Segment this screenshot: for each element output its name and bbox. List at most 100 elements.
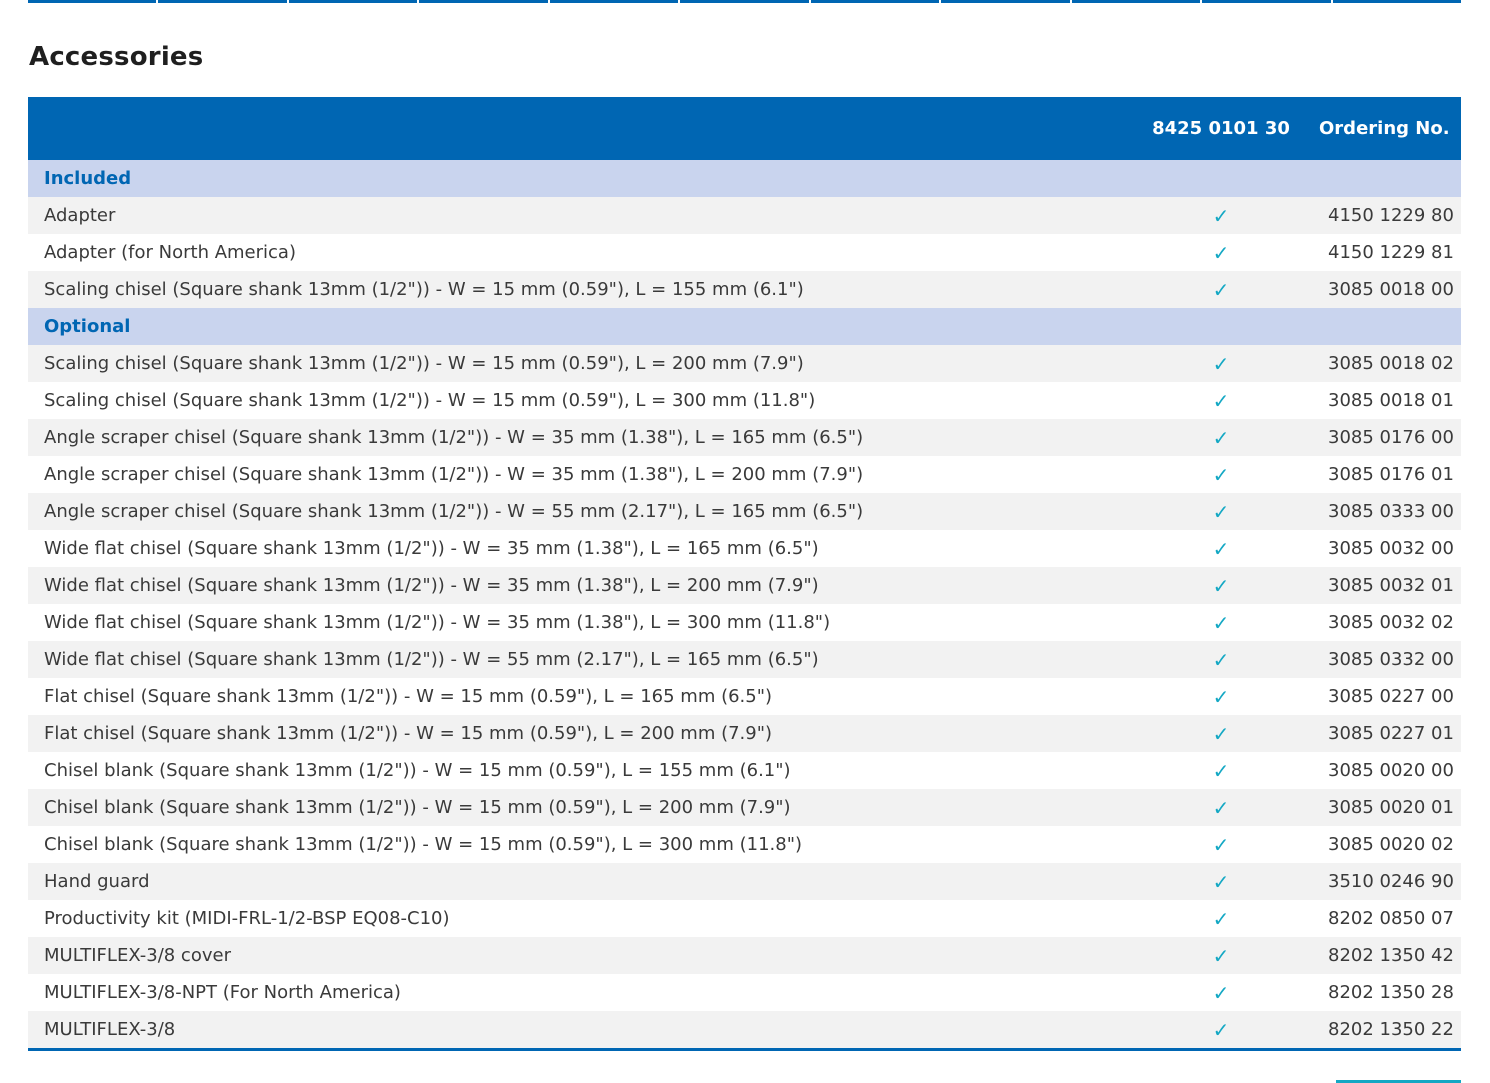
table-row: Wide flat chisel (Square shank 13mm (1/2…: [28, 641, 1461, 678]
checkmark-icon: ✓: [1123, 604, 1319, 641]
header-ordering-no: Ordering No.: [1319, 97, 1461, 160]
section-title: Accessories: [29, 42, 204, 72]
checkmark-icon: ✓: [1123, 345, 1319, 382]
item-description: Hand guard: [28, 863, 1123, 900]
checkmark-icon: ✓: [1123, 974, 1319, 1011]
item-description: Adapter (for North America): [28, 234, 1123, 271]
table-row: Hand guard ✓ 3510 0246 90: [28, 863, 1461, 900]
accessories-table: 8425 0101 30 Ordering No. Included Adapte…: [28, 97, 1461, 1048]
item-description: Scaling chisel (Square shank 13mm (1/2")…: [28, 345, 1123, 382]
ordering-number: 3085 0020 02: [1319, 826, 1461, 863]
ordering-number: 4150 1229 81: [1319, 234, 1461, 271]
checkmark-icon: ✓: [1123, 937, 1319, 974]
table-row: Wide flat chisel (Square shank 13mm (1/2…: [28, 530, 1461, 567]
table-row: Flat chisel (Square shank 13mm (1/2")) -…: [28, 715, 1461, 752]
ordering-number: 3085 0032 01: [1319, 567, 1461, 604]
item-description: Productivity kit (MIDI-FRL-1/2-BSP EQ08-…: [28, 900, 1123, 937]
ordering-number: 8202 1350 42: [1319, 937, 1461, 974]
table-row: Chisel blank (Square shank 13mm (1/2")) …: [28, 789, 1461, 826]
item-description: MULTIFLEX-3/8 cover: [28, 937, 1123, 974]
ordering-number: 3085 0176 00: [1319, 419, 1461, 456]
table-row: Chisel blank (Square shank 13mm (1/2")) …: [28, 826, 1461, 863]
checkmark-icon: ✓: [1123, 1011, 1319, 1048]
ordering-number: 3085 0227 00: [1319, 678, 1461, 715]
checkmark-icon: ✓: [1123, 641, 1319, 678]
ordering-number: 3085 0020 00: [1319, 752, 1461, 789]
item-description: Flat chisel (Square shank 13mm (1/2")) -…: [28, 678, 1123, 715]
item-description: Scaling chisel (Square shank 13mm (1/2")…: [28, 382, 1123, 419]
item-description: Wide flat chisel (Square shank 13mm (1/2…: [28, 567, 1123, 604]
item-description: Wide flat chisel (Square shank 13mm (1/2…: [28, 530, 1123, 567]
table-row: Angle scraper chisel (Square shank 13mm …: [28, 456, 1461, 493]
table-row: MULTIFLEX-3/8 ✓ 8202 1350 22: [28, 1011, 1461, 1048]
table-body: Included Adapter ✓ 4150 1229 80 Adapter (for…: [28, 160, 1461, 1048]
page: Accessories 8425 0101 30 Ordering No. In…: [0, 0, 1490, 1083]
item-description: Angle scraper chisel (Square shank 13mm …: [28, 456, 1123, 493]
ordering-number: 3085 0333 00: [1319, 493, 1461, 530]
item-description: Wide flat chisel (Square shank 13mm (1/2…: [28, 641, 1123, 678]
ordering-number: 4150 1229 80: [1319, 197, 1461, 234]
group-header-row: Optional: [28, 308, 1461, 345]
header-description: [28, 97, 1123, 160]
table-row: Flat chisel (Square shank 13mm (1/2")) -…: [28, 678, 1461, 715]
table-row: MULTIFLEX-3/8 cover ✓ 8202 1350 42: [28, 937, 1461, 974]
group-header-row: Included: [28, 160, 1461, 197]
item-description: Chisel blank (Square shank 13mm (1/2")) …: [28, 826, 1123, 863]
item-description: MULTIFLEX-3/8-NPT (For North America): [28, 974, 1123, 1011]
ordering-number: 3085 0018 01: [1319, 382, 1461, 419]
item-description: Chisel blank (Square shank 13mm (1/2")) …: [28, 789, 1123, 826]
ordering-number: 3085 0227 01: [1319, 715, 1461, 752]
checkmark-icon: ✓: [1123, 530, 1319, 567]
table-row: Scaling chisel (Square shank 13mm (1/2")…: [28, 271, 1461, 308]
checkmark-icon: ✓: [1123, 456, 1319, 493]
item-description: Scaling chisel (Square shank 13mm (1/2")…: [28, 271, 1123, 308]
table-row: Adapter (for North America) ✓ 4150 1229 81: [28, 234, 1461, 271]
item-description: Chisel blank (Square shank 13mm (1/2")) …: [28, 752, 1123, 789]
ordering-number: 3085 0018 02: [1319, 345, 1461, 382]
item-description: Angle scraper chisel (Square shank 13mm …: [28, 419, 1123, 456]
table-row: Scaling chisel (Square shank 13mm (1/2")…: [28, 382, 1461, 419]
ordering-number: 3085 0332 00: [1319, 641, 1461, 678]
table-row: Angle scraper chisel (Square shank 13mm …: [28, 493, 1461, 530]
table-row: Scaling chisel (Square shank 13mm (1/2")…: [28, 345, 1461, 382]
ordering-number: 3085 0032 02: [1319, 604, 1461, 641]
ordering-number: 8202 1350 28: [1319, 974, 1461, 1011]
table-row: MULTIFLEX-3/8-NPT (For North America) ✓ 82…: [28, 974, 1461, 1011]
ordering-number: 8202 1350 22: [1319, 1011, 1461, 1048]
table-row: Productivity kit (MIDI-FRL-1/2-BSP EQ08-…: [28, 900, 1461, 937]
table-row: Chisel blank (Square shank 13mm (1/2")) …: [28, 752, 1461, 789]
item-description: Flat chisel (Square shank 13mm (1/2")) -…: [28, 715, 1123, 752]
ordering-number: 3085 0018 00: [1319, 271, 1461, 308]
checkmark-icon: ✓: [1123, 567, 1319, 604]
item-description: Adapter: [28, 197, 1123, 234]
ordering-number: 3085 0176 01: [1319, 456, 1461, 493]
ordering-number: 3085 0020 01: [1319, 789, 1461, 826]
table-row: Adapter ✓ 4150 1229 80: [28, 197, 1461, 234]
top-rule-segments: [28, 0, 1461, 3]
checkmark-icon: ✓: [1123, 197, 1319, 234]
ordering-number: 8202 0850 07: [1319, 900, 1461, 937]
item-description: Wide flat chisel (Square shank 13mm (1/2…: [28, 604, 1123, 641]
checkmark-icon: ✓: [1123, 863, 1319, 900]
table-row: Wide flat chisel (Square shank 13mm (1/2…: [28, 604, 1461, 641]
group-label: Included: [28, 160, 1461, 197]
checkmark-icon: ✓: [1123, 789, 1319, 826]
table-row: Angle scraper chisel (Square shank 13mm …: [28, 419, 1461, 456]
ordering-number: 3085 0032 00: [1319, 530, 1461, 567]
checkmark-icon: ✓: [1123, 493, 1319, 530]
table-header-row: 8425 0101 30 Ordering No.: [28, 97, 1461, 160]
checkmark-icon: ✓: [1123, 234, 1319, 271]
checkmark-icon: ✓: [1123, 900, 1319, 937]
item-description: MULTIFLEX-3/8: [28, 1011, 1123, 1048]
table-row: Wide flat chisel (Square shank 13mm (1/2…: [28, 567, 1461, 604]
header-model-number: 8425 0101 30: [1123, 97, 1319, 160]
checkmark-icon: ✓: [1123, 715, 1319, 752]
checkmark-icon: ✓: [1123, 419, 1319, 456]
bottom-rule: [28, 1048, 1461, 1051]
group-label: Optional: [28, 308, 1461, 345]
checkmark-icon: ✓: [1123, 382, 1319, 419]
checkmark-icon: ✓: [1123, 752, 1319, 789]
item-description: Angle scraper chisel (Square shank 13mm …: [28, 493, 1123, 530]
checkmark-icon: ✓: [1123, 826, 1319, 863]
checkmark-icon: ✓: [1123, 678, 1319, 715]
